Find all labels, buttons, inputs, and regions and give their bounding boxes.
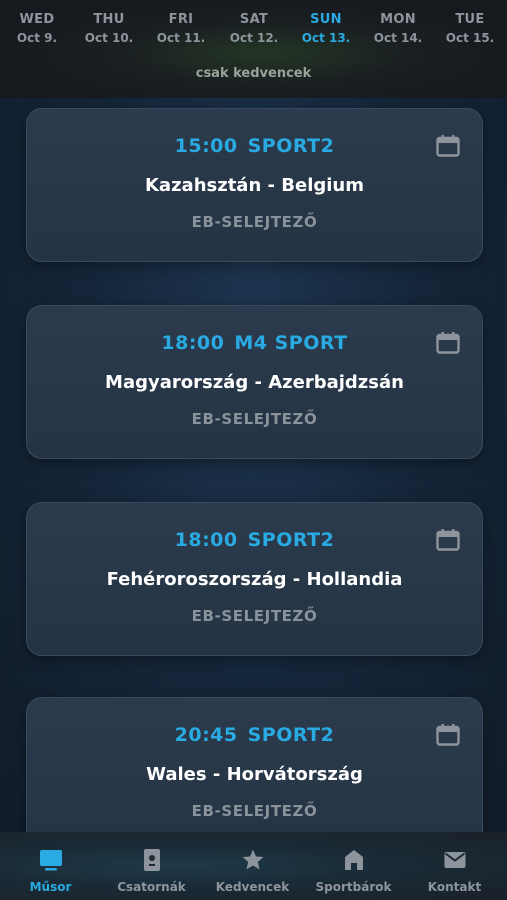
calendar-icon[interactable] (436, 135, 460, 157)
tab-label: Csatornák (117, 880, 186, 894)
match-channel: SPORT2 (247, 135, 335, 157)
day-date: Oct 11. (156, 31, 206, 45)
day-date: Oct 9. (16, 31, 58, 45)
match-channel: SPORT2 (247, 724, 335, 746)
favorites-only-toggle[interactable]: csak kedvencek (0, 66, 507, 81)
match-teams: Magyarország - Azerbajdzsán (105, 372, 404, 393)
day-fri[interactable]: FRI Oct 11. (145, 12, 217, 45)
match-time-channel: 20:45 SPORT2 (27, 724, 482, 746)
tv-icon (40, 850, 62, 871)
day-date: Oct 15. (445, 31, 495, 45)
star-icon (242, 849, 264, 870)
match-card[interactable]: 18:00 SPORT2 Fehéroroszország - Hollandia… (26, 502, 483, 656)
match-card[interactable]: 18:00 M4 SPORT Magyarország - Azerbajdzsá… (26, 305, 483, 459)
bottom-tab-bar: Műsor Csatornák Kedvencek Sportbárok Kon… (0, 832, 507, 900)
remote-icon (144, 849, 160, 871)
day-date: Oct 14. (373, 31, 423, 45)
match-time: 18:00 (161, 332, 225, 354)
tab-musor[interactable]: Műsor (0, 832, 101, 900)
match-card[interactable]: 15:00 SPORT2 Kazahsztán - Belgium EB-SELE… (26, 108, 483, 262)
calendar-icon[interactable] (436, 724, 460, 746)
match-teams: Fehéroroszország - Hollandia (106, 569, 403, 590)
match-time: 15:00 (174, 135, 238, 157)
match-time: 20:45 (174, 724, 238, 746)
match-competition: EB-SELEJTEZŐ (191, 213, 318, 231)
day-date: Oct 13. (301, 31, 351, 45)
date-header: WED Oct 9. THU Oct 10. FRI Oct 11. SAT O… (0, 0, 507, 98)
day-selector: WED Oct 9. THU Oct 10. FRI Oct 11. SAT O… (0, 12, 507, 52)
calendar-icon[interactable] (436, 529, 460, 551)
day-date: Oct 10. (84, 31, 134, 45)
match-channel: SPORT2 (247, 529, 335, 551)
home-icon (345, 850, 363, 870)
day-wed[interactable]: WED Oct 9. (1, 12, 73, 45)
day-sun[interactable]: SUN Oct 13. (290, 12, 362, 45)
calendar-icon[interactable] (436, 332, 460, 354)
day-name: SAT (239, 12, 269, 27)
match-time: 18:00 (174, 529, 238, 551)
day-thu[interactable]: THU Oct 10. (73, 12, 145, 45)
tab-sportbarok[interactable]: Sportbárok (303, 832, 404, 900)
match-teams: Wales - Horvátország (146, 764, 363, 785)
match-channel: M4 SPORT (234, 332, 348, 354)
match-competition: EB-SELEJTEZŐ (191, 802, 318, 820)
tab-kedvencek[interactable]: Kedvencek (202, 832, 303, 900)
tab-label: Műsor (29, 880, 72, 894)
match-time-channel: 18:00 M4 SPORT (27, 332, 482, 354)
tab-label: Kedvencek (215, 880, 290, 894)
tab-kontakt[interactable]: Kontakt (404, 832, 505, 900)
match-list[interactable]: 15:00 SPORT2 Kazahsztán - Belgium EB-SELE… (0, 98, 507, 832)
day-name: FRI (168, 12, 194, 27)
match-teams: Kazahsztán - Belgium (144, 175, 364, 196)
day-name: SUN (310, 12, 342, 27)
day-date: Oct 12. (229, 31, 279, 45)
tab-csatornak[interactable]: Csatornák (101, 832, 202, 900)
day-mon[interactable]: MON Oct 14. (362, 12, 434, 45)
day-name: WED (19, 12, 55, 27)
tab-label: Kontakt (427, 880, 482, 894)
match-competition: EB-SELEJTEZŐ (191, 410, 318, 428)
match-competition: EB-SELEJTEZŐ (191, 607, 318, 625)
day-sat[interactable]: SAT Oct 12. (218, 12, 290, 45)
mail-icon (444, 852, 466, 868)
day-name: TUE (455, 12, 485, 27)
day-name: MON (380, 12, 416, 27)
day-name: THU (93, 12, 125, 27)
day-tue[interactable]: TUE Oct 15. (434, 12, 506, 45)
match-time-channel: 15:00 SPORT2 (27, 135, 482, 157)
match-time-channel: 18:00 SPORT2 (27, 529, 482, 551)
tab-label: Sportbárok (315, 880, 392, 894)
match-card[interactable]: 20:45 SPORT2 Wales - Horvátország EB-SELE… (26, 697, 483, 832)
